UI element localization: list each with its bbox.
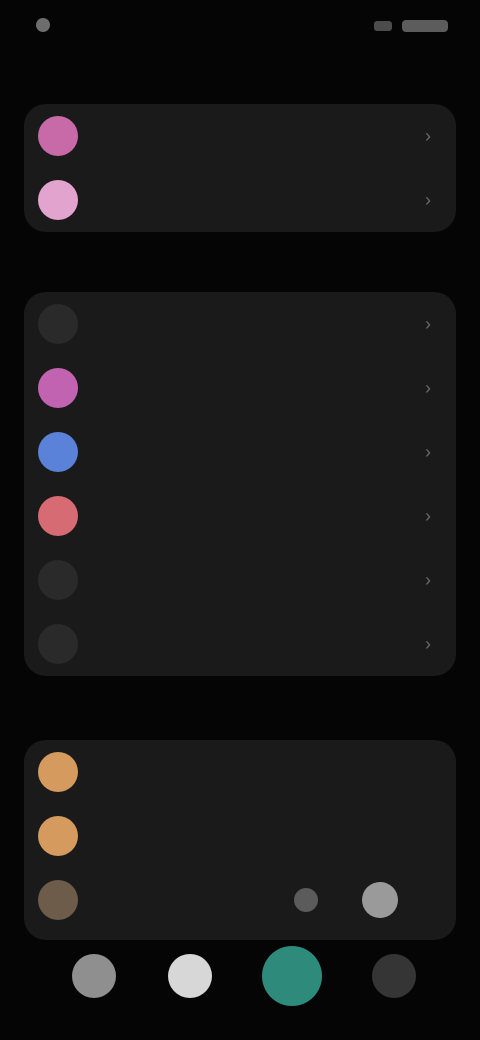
top-card: › ›	[24, 104, 456, 232]
orange-circle-icon	[38, 816, 78, 856]
chevron-right-icon: ›	[425, 442, 431, 462]
toggle-dot-icon	[294, 888, 318, 912]
status-bar	[0, 0, 480, 56]
pink-circle-icon	[38, 116, 78, 156]
chevron-right-icon: ›	[425, 378, 431, 398]
orange-circle-icon	[38, 752, 78, 792]
chevron-right-icon: ›	[425, 506, 431, 526]
top-row-1[interactable]: ›	[24, 104, 456, 168]
battery-icon	[402, 20, 448, 32]
dock-teal-icon[interactable]	[262, 946, 322, 1006]
list-row-1[interactable]: ›	[24, 292, 456, 356]
dock-dark-icon[interactable]	[372, 954, 416, 998]
gray-circle-icon	[38, 880, 78, 920]
blue-circle-icon	[38, 432, 78, 472]
page-title	[0, 74, 480, 104]
bottom-card	[24, 740, 456, 940]
bottom-dock	[36, 940, 446, 1020]
chevron-right-icon: ›	[425, 570, 431, 590]
dock-white-icon[interactable]	[168, 954, 212, 998]
bottom-row-3[interactable]	[24, 868, 456, 932]
light-pink-circle-icon	[38, 180, 78, 220]
list-row-4[interactable]: ›	[24, 484, 456, 548]
top-row-2[interactable]: ›	[24, 168, 456, 232]
list-card: › › › › › ›	[24, 292, 456, 676]
status-left	[36, 18, 60, 32]
status-dot-icon	[36, 18, 50, 32]
chevron-right-icon: ›	[425, 314, 431, 334]
bottom-row-1[interactable]	[24, 740, 456, 804]
blank-icon	[38, 304, 78, 344]
list-row-3[interactable]: ›	[24, 420, 456, 484]
magenta-circle-icon	[38, 368, 78, 408]
status-right	[374, 20, 448, 32]
dock-gray-icon[interactable]	[72, 954, 116, 998]
red-circle-icon	[38, 496, 78, 536]
chevron-right-icon: ›	[425, 634, 431, 654]
chevron-right-icon: ›	[425, 126, 431, 146]
bottom-row-2[interactable]	[24, 804, 456, 868]
list-row-6[interactable]: ›	[24, 612, 456, 676]
list-row-5[interactable]: ›	[24, 548, 456, 612]
signal-icon	[374, 21, 392, 31]
chevron-right-icon: ›	[425, 190, 431, 210]
toggle-knob[interactable]	[362, 882, 398, 918]
blank-icon	[38, 624, 78, 664]
blank-icon	[38, 560, 78, 600]
list-row-2[interactable]: ›	[24, 356, 456, 420]
